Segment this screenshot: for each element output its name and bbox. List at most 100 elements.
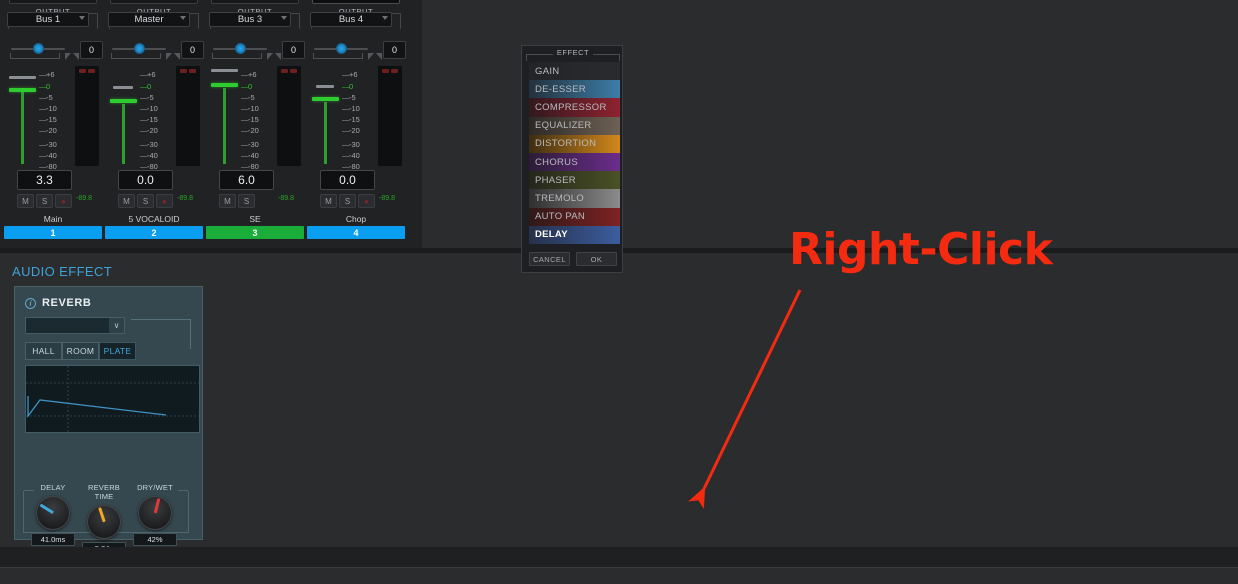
channel-name: Chop	[345, 214, 367, 224]
record-button[interactable]: ●	[156, 194, 173, 208]
clip-indicator-left[interactable]	[180, 69, 187, 73]
menu-item-compressor[interactable]: COMPRESSOR	[529, 98, 620, 117]
mute-button[interactable]: M	[118, 194, 135, 208]
solo-button[interactable]: S	[339, 194, 356, 208]
reverb-type-group: HALL ROOM PLATE	[25, 342, 136, 360]
channel-number[interactable]: 3	[206, 226, 304, 239]
solo-button[interactable]: S	[137, 194, 154, 208]
channel-number[interactable]: 4	[307, 226, 405, 239]
decor-bracket	[131, 319, 191, 349]
output-select[interactable]: Bus 3	[209, 12, 291, 27]
fader-zone: —+6 —0 —-5 —-10 —-15 —-20 —-30 —-40 —-80	[108, 66, 200, 171]
fader-zone: —+6 —0 —-5 —-10 —-15 —-20 —-30 —-40 —-80	[7, 66, 99, 171]
menu-item-auto-pan[interactable]: AUTO PAN	[529, 207, 620, 226]
gain-value-field[interactable]: 6.0	[219, 170, 274, 190]
menu-item-equalizer[interactable]: EQUALIZER	[529, 116, 620, 135]
clip-indicator-right[interactable]	[391, 69, 398, 73]
channel-top-cutoff-box	[312, 0, 400, 4]
cancel-button[interactable]: CANCEL	[529, 252, 570, 266]
menu-item-distortion[interactable]: DISTORTION	[529, 134, 620, 153]
reverb-type-room[interactable]: ROOM	[62, 342, 99, 360]
menu-item-chorus[interactable]: CHORUS	[529, 152, 620, 172]
right-click-annotation: Right-Click	[789, 224, 1053, 275]
pan-base-bracket	[313, 53, 363, 59]
fader-track[interactable]	[122, 104, 125, 164]
pan-base-bracket	[212, 53, 262, 59]
effect-menu-header: EFFECT	[526, 48, 620, 61]
knob-delay: DELAY 41.0ms	[27, 483, 79, 546]
pan-row: 0	[310, 40, 406, 62]
pan-value[interactable]: 0	[282, 41, 305, 59]
solo-button[interactable]: S	[36, 194, 53, 208]
channel-number[interactable]: 1	[4, 226, 102, 239]
fader-handle[interactable]	[9, 88, 36, 92]
fader-track[interactable]	[223, 88, 226, 164]
pan-row: 0	[7, 40, 103, 62]
knob-label: DELAY	[40, 483, 66, 492]
reverb-type-hall[interactable]: HALL	[25, 342, 62, 360]
gain-value-field[interactable]: 3.3	[17, 170, 72, 190]
knob-dial-dry-wet[interactable]	[138, 496, 172, 530]
output-select[interactable]: Bus 1	[7, 12, 89, 27]
pan-row: 0	[209, 40, 305, 62]
knob-label: REVERB TIME	[87, 483, 121, 501]
fader-zone: —+6 —0 —-5 —-10 —-15 —-20 —-30 —-40 —-80	[310, 66, 402, 171]
pan-vee-icon	[267, 53, 281, 60]
channel-top-cutoff-box	[9, 0, 97, 4]
preset-select[interactable]: ∨	[25, 317, 125, 334]
menu-item-de-esser[interactable]: DE-ESSER	[529, 80, 620, 99]
clip-indicator-right[interactable]	[88, 69, 95, 73]
solo-button[interactable]: S	[238, 194, 255, 208]
reverb-knob-group: DELAY 41.0ms REVERB TIME 5.34s DRY/WET	[21, 483, 196, 555]
pan-vee-icon	[65, 53, 79, 60]
fader-handle[interactable]	[312, 97, 339, 101]
pan-value[interactable]: 0	[80, 41, 103, 59]
reverb-type-plate[interactable]: PLATE	[99, 342, 136, 360]
output-select-value: Bus 3	[237, 14, 263, 25]
clip-indicator-left[interactable]	[281, 69, 288, 73]
mute-button[interactable]: M	[219, 194, 236, 208]
bottom-bar-status	[0, 567, 1238, 584]
channel-name: 5 VOCALOID	[128, 214, 180, 224]
menu-item-phaser[interactable]: PHASER	[529, 171, 620, 190]
output-select[interactable]: Bus 4	[310, 12, 392, 27]
mute-button[interactable]: M	[320, 194, 337, 208]
clip-indicator-left[interactable]	[79, 69, 86, 73]
fader-track[interactable]	[21, 92, 24, 164]
fader-zone: —+6 —0 —-5 —-10 —-15 —-20 —-30 —-40 —-80	[209, 66, 301, 171]
ok-button[interactable]: OK	[576, 252, 617, 266]
fader-scale: —+6 —0 —-5 —-10 —-15 —-20 —-30 —-40 —-80	[39, 70, 57, 171]
fader-handle[interactable]	[110, 99, 137, 103]
mute-button[interactable]: M	[17, 194, 34, 208]
channel-number[interactable]: 2	[105, 226, 203, 239]
output-select[interactable]: Master	[108, 12, 190, 27]
gain-value-field[interactable]: 0.0	[320, 170, 375, 190]
gain-value-field[interactable]: 0.0	[118, 170, 173, 190]
knob-dial-delay[interactable]	[36, 496, 70, 530]
knob-value-dry-wet[interactable]: 42%	[133, 533, 177, 546]
reverb-effect-card: i REVERB ∨ HALL ROOM PLATE DELAY 41.0ms …	[14, 286, 203, 555]
clip-indicator-right[interactable]	[189, 69, 196, 73]
channel-top-cutoff-box	[110, 0, 198, 4]
knob-value-delay[interactable]: 41.0ms	[31, 533, 75, 546]
menu-item-gain[interactable]: GAIN	[529, 62, 620, 81]
fader-handle[interactable]	[211, 83, 238, 87]
pan-vee-icon	[166, 53, 180, 60]
peak-readout: -89.8	[278, 195, 294, 202]
reverb-decay-graph[interactable]	[25, 365, 200, 433]
channel-buttons: M S	[219, 194, 275, 208]
pan-value[interactable]: 0	[383, 41, 406, 59]
pan-value[interactable]: 0	[181, 41, 204, 59]
mixer-channel-strip: OUTPUT Bus 4 0 —+6 —0 —-5	[306, 0, 406, 248]
info-icon[interactable]: i	[25, 297, 36, 309]
fader-track[interactable]	[324, 102, 327, 164]
menu-item-tremolo[interactable]: TREMOLO	[529, 189, 620, 208]
chevron-down-icon	[382, 16, 388, 20]
menu-item-delay[interactable]: DELAY	[529, 225, 620, 244]
clip-indicator-left[interactable]	[382, 69, 389, 73]
knob-dial-reverb-time[interactable]	[87, 505, 121, 539]
record-button[interactable]: ●	[55, 194, 72, 208]
mixer-channel-strip: OUTPUT Master 0 —+6 —0 —-5	[104, 0, 204, 248]
clip-indicator-right[interactable]	[290, 69, 297, 73]
record-button[interactable]: ●	[358, 194, 375, 208]
